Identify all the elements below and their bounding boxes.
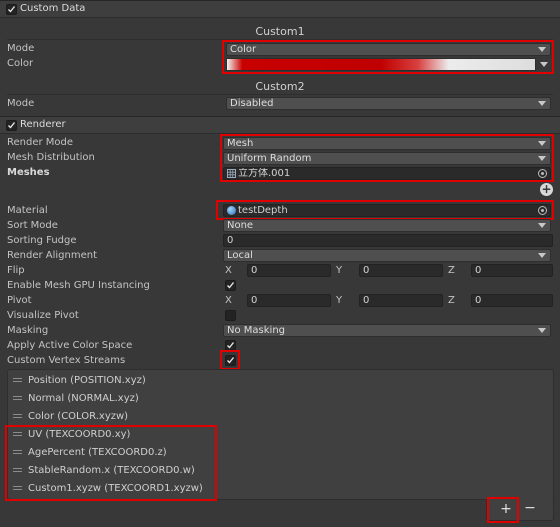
divider: [7, 94, 553, 95]
renderer-checkbox[interactable]: [6, 120, 17, 131]
dropdown-arrow-icon: [538, 223, 546, 228]
highlight-add-button: [487, 497, 519, 523]
sorting-fudge-label: Sorting Fudge: [7, 235, 77, 246]
pivot-y-label: Y: [336, 295, 343, 306]
highlight-render-mode: [220, 134, 554, 182]
render-alignment-label: Render Alignment: [7, 250, 98, 261]
meshes-label: Meshes: [7, 167, 50, 178]
sort-mode-dropdown[interactable]: None: [223, 219, 551, 232]
dropdown-arrow-icon: [538, 328, 546, 333]
checkmark-icon: [227, 282, 235, 289]
custom2-title: Custom2: [255, 80, 305, 93]
mesh-distribution-label: Mesh Distribution: [7, 152, 95, 163]
flip-z-input[interactable]: 0: [471, 264, 553, 277]
highlight-material: [216, 200, 554, 220]
visualize-pivot-label: Visualize Pivot: [7, 310, 79, 321]
custom1-mode-label: Mode: [7, 43, 35, 54]
checkmark-icon: [227, 342, 235, 349]
render-alignment-value: Local: [227, 250, 253, 261]
custom-vertex-streams-label: Custom Vertex Streams: [7, 355, 126, 366]
flip-label: Flip: [7, 265, 25, 276]
flip-y-input[interactable]: 0: [359, 264, 443, 277]
drag-handle-icon[interactable]: [13, 378, 22, 379]
highlight-added-streams: [5, 425, 217, 501]
pivot-x-label: X: [225, 295, 232, 306]
flip-y-label: Y: [336, 265, 343, 276]
pivot-y-input[interactable]: 0: [359, 294, 443, 307]
render-alignment-dropdown[interactable]: Local: [223, 249, 551, 262]
renderer-header[interactable]: Renderer: [0, 116, 560, 134]
highlight-custom-vertex-streams: [220, 350, 240, 370]
pivot-label: Pivot: [7, 295, 32, 306]
custom2-mode-label: Mode: [7, 98, 35, 109]
checkmark-icon: [8, 6, 16, 13]
flip-x-input[interactable]: 0: [247, 264, 331, 277]
pivot-z-label: Z: [448, 295, 455, 306]
masking-label: Masking: [7, 325, 49, 336]
custom2-mode-value: Disabled: [230, 98, 274, 109]
gpu-instancing-label: Enable Mesh GPU Instancing: [7, 280, 150, 291]
flip-x-label: X: [225, 265, 232, 276]
custom1-title: Custom1: [255, 25, 305, 38]
list-item[interactable]: Color (COLOR.xyzw): [8, 408, 548, 425]
material-label: Material: [7, 205, 48, 216]
render-mode-label: Render Mode: [7, 137, 74, 148]
pivot-z-input[interactable]: 0: [471, 294, 553, 307]
sort-mode-value: None: [227, 220, 254, 231]
checkmark-icon: [8, 122, 16, 129]
dropdown-arrow-icon: [538, 253, 546, 258]
drag-handle-icon[interactable]: [13, 396, 22, 397]
remove-stream-button[interactable]: −: [519, 500, 541, 516]
custom-data-title: Custom Data: [20, 3, 86, 14]
drag-handle-icon[interactable]: [13, 414, 22, 415]
highlight-custom1: [222, 40, 554, 74]
custom-data-header[interactable]: Custom Data: [0, 0, 560, 18]
list-item[interactable]: Position (POSITION.xyz): [8, 372, 548, 389]
custom-data-checkbox[interactable]: [6, 4, 17, 15]
sort-mode-label: Sort Mode: [7, 220, 58, 231]
gpu-instancing-checkbox[interactable]: [225, 280, 236, 291]
renderer-title: Renderer: [20, 119, 66, 130]
custom2-mode-dropdown[interactable]: Disabled: [226, 97, 551, 110]
apply-active-color-space-label: Apply Active Color Space: [7, 340, 133, 351]
masking-dropdown[interactable]: No Masking: [223, 324, 551, 337]
visualize-pivot-checkbox[interactable]: [225, 310, 236, 321]
custom1-color-label: Color: [7, 58, 34, 69]
list-item[interactable]: Normal (NORMAL.xyz): [8, 390, 548, 407]
flip-z-label: Z: [448, 265, 455, 276]
masking-value: No Masking: [227, 325, 285, 336]
add-mesh-icon[interactable]: +: [540, 183, 553, 196]
pivot-x-input[interactable]: 0: [247, 294, 331, 307]
sorting-fudge-input[interactable]: 0: [223, 234, 553, 247]
dropdown-arrow-icon: [538, 101, 546, 106]
